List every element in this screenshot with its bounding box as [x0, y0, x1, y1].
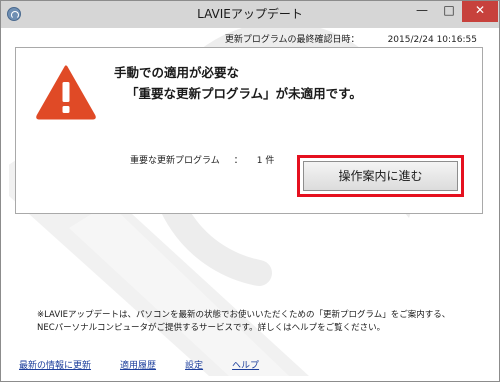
app-window: LAVIEアップデート — □ ✕ 更新プログラムの最終確認日時： 2015/2/… [0, 0, 500, 382]
service-note-line1: ※LAVIEアップデートは、パソコンを最新の状態でお使いいただくための「更新プロ… [37, 310, 451, 320]
refresh-link[interactable]: 最新の情報に更新 [19, 361, 91, 371]
close-button[interactable]: ✕ [462, 1, 498, 22]
status-panel: 手動での適用が必要な 「重要な更新プログラム」が未適用です。 重要な更新プログラ… [15, 47, 483, 214]
maximize-button[interactable]: □ [436, 1, 462, 22]
service-note-line2: NECパーソナルコンピュータがご提供するサービスです。詳しくはヘルプをご覧くださ… [37, 323, 386, 333]
update-count-value: 1 件 [256, 156, 275, 166]
last-check-label: 更新プログラムの最終確認日時： [224, 35, 360, 45]
proceed-button-highlight: 操作案内に進む [297, 155, 464, 197]
minimize-button[interactable]: — [408, 1, 436, 22]
update-count: 重要な更新プログラム ： 1 件 [130, 153, 274, 166]
proceed-button[interactable]: 操作案内に進む [303, 161, 458, 191]
alert-message-line1: 手動での適用が必要な [114, 65, 240, 80]
update-count-separator: ： [233, 156, 243, 166]
settings-link[interactable]: 設定 [185, 361, 203, 371]
history-link[interactable]: 適用履歴 [120, 361, 156, 371]
alert-message-line2: 「重要な更新プログラム」が未適用です。 [126, 86, 362, 101]
help-link[interactable]: ヘルプ [232, 361, 259, 371]
warning-icon [36, 65, 96, 120]
update-count-label: 重要な更新プログラム [130, 156, 220, 166]
last-check-info: 更新プログラムの最終確認日時： 2015/2/24 10:16:55 [9, 32, 477, 45]
alert-message: 手動での適用が必要な 「重要な更新プログラム」が未適用です。 [114, 62, 362, 104]
service-note: ※LAVIEアップデートは、パソコンを最新の状態でお使いいただくための「更新プロ… [37, 309, 450, 335]
client-area: 更新プログラムの最終確認日時： 2015/2/24 10:16:55 手動での適用… [9, 28, 491, 376]
last-check-value: 2015/2/24 10:16:55 [387, 35, 477, 45]
title-bar[interactable]: LAVIEアップデート — □ ✕ [1, 1, 499, 28]
footer-links: 最新の情報に更新 適用履歴 設定 ヘルプ [19, 358, 288, 371]
